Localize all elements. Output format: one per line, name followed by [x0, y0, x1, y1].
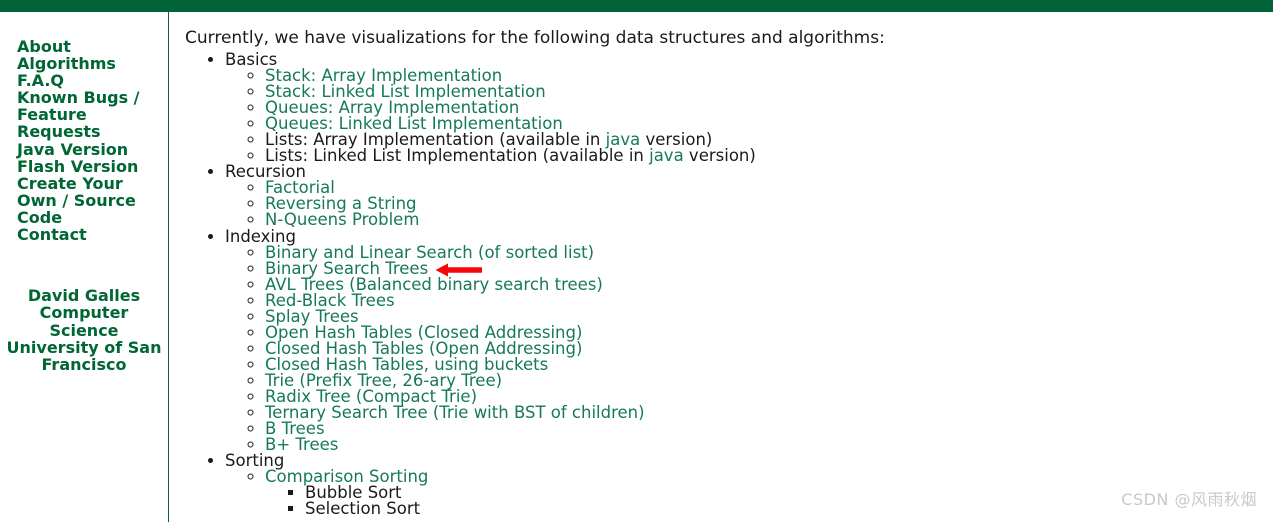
item-text-suffix: version) [683, 146, 756, 166]
main-content: Currently, we have visualizations for th… [169, 12, 1273, 522]
sidebar-item: About [6, 38, 168, 55]
java-version-link[interactable]: java [649, 146, 684, 165]
item-text-prefix: Lists: Linked List Implementation (avail… [265, 146, 650, 166]
sidebar-item: Known Bugs / Feature Requests [6, 89, 168, 140]
page-layout: About Algorithms F.A.Q Known Bugs / Feature… [0, 12, 1273, 522]
intro-paragraph: Currently, we have visualizations for th… [185, 28, 885, 48]
section-items: Stack: Array ImplementationStack: Linked… [225, 67, 1273, 166]
red-arrow-pointer-icon [435, 263, 483, 277]
sidebar-item: Create Your Own / Source Code [6, 175, 168, 226]
sidebar-item-algorithms[interactable]: Algorithms [6, 55, 168, 72]
sidebar: About Algorithms F.A.Q Known Bugs / Feature… [0, 12, 169, 522]
list-item: B+ Trees [265, 436, 1273, 453]
sidebar-item: Algorithms [6, 55, 168, 72]
sidebar-item-f-a-q[interactable]: F.A.Q [6, 72, 168, 89]
section-items: Binary and Linear Search (of sorted list… [225, 244, 1273, 454]
list-item: Lists: Linked List Implementation (avail… [265, 146, 1273, 166]
sidebar-item-flash-version[interactable]: Flash Version [6, 158, 168, 175]
sidebar-nav-list: About Algorithms F.A.Q Known Bugs / Feature… [6, 38, 168, 243]
list-item: AVL Trees (Balanced binary search trees) [265, 276, 1273, 293]
section-items: Comparison SortingBubble SortSelection S… [225, 468, 1273, 519]
csdn-watermark: CSDN @风雨秋烟 [1121, 490, 1257, 509]
list-item: Ternary Search Tree (Trie with BST of ch… [265, 404, 1273, 421]
sidebar-item-create-your-own-source-code[interactable]: Create Your Own / Source Code [6, 175, 168, 226]
sidebar-byline: David Galles Computer Science University o… [0, 287, 168, 373]
list-item: B Trees [265, 420, 1273, 437]
algorithms-list: BasicsStack: Array ImplementationStack: … [185, 51, 1273, 519]
sidebar-item: Contact [6, 226, 168, 243]
sidebar-item-java-version[interactable]: Java Version [6, 140, 168, 157]
top-green-bar [0, 0, 1273, 12]
section-indexing: IndexingBinary and Linear Search (of sor… [225, 228, 1273, 454]
section-items: FactorialReversing a StringN-Queens Prob… [225, 180, 1273, 229]
section-sorting: SortingComparison SortingBubble SortSele… [225, 452, 1273, 519]
byline-line: University of San Francisco [6, 337, 162, 374]
sidebar-item: Java Version [6, 140, 168, 157]
section-basics: BasicsStack: Array ImplementationStack: … [225, 51, 1273, 166]
sidebar-item-known-bugs-feature-requests[interactable]: Known Bugs / Feature Requests [6, 89, 168, 140]
sidebar-item: F.A.Q [6, 72, 168, 89]
sidebar-item: Flash Version [6, 158, 168, 175]
list-item: Red-Black Trees [265, 292, 1273, 309]
sidebar-item-about[interactable]: About [6, 38, 168, 55]
item-label-selection-sort: Selection Sort [305, 499, 421, 519]
sidebar-item-contact[interactable]: Contact [6, 226, 168, 243]
byline-line: David Galles [27, 286, 141, 306]
byline-line: Computer Science [39, 303, 129, 340]
list-item: N-Queens Problem [265, 212, 1273, 229]
section-recursion: RecursionFactorialReversing a StringN-Qu… [225, 164, 1273, 229]
